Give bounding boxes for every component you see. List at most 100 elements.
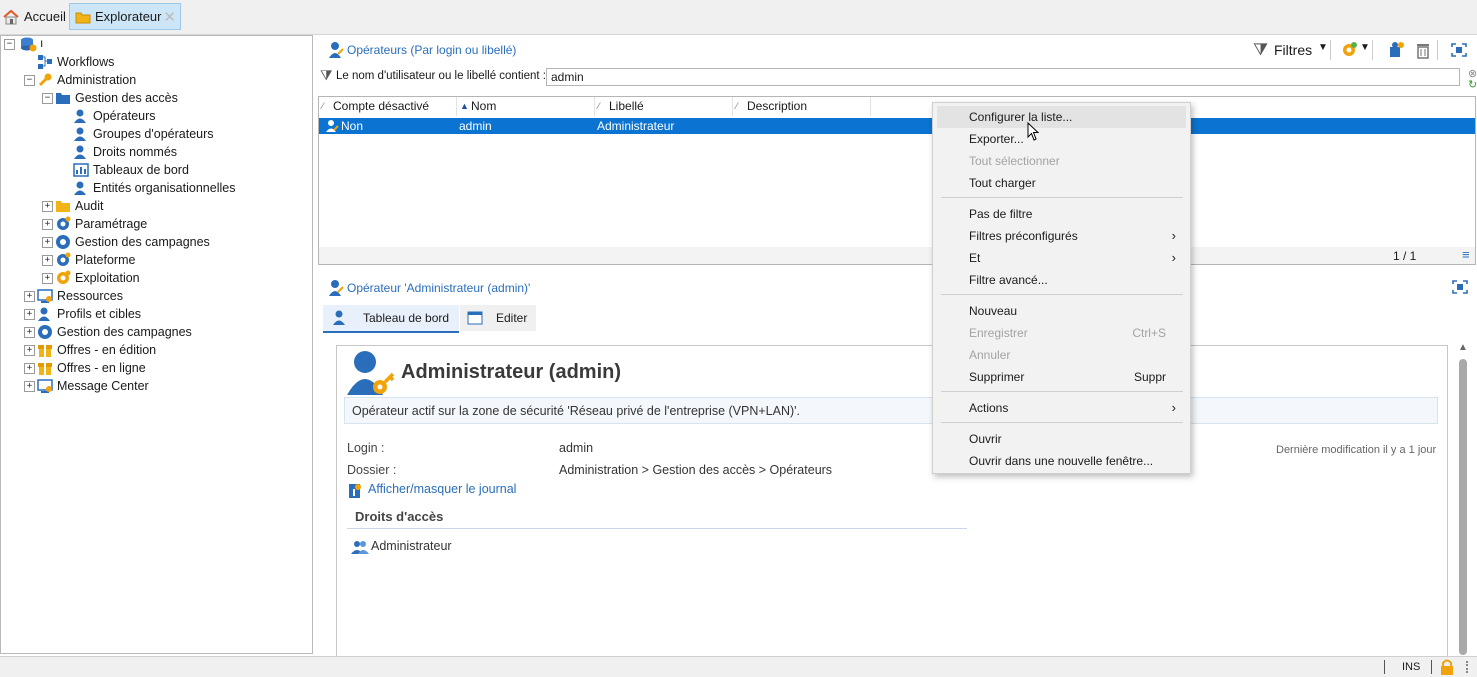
menu-open[interactable]: Ouvrir xyxy=(933,428,1190,450)
filters-button[interactable]: Filtres xyxy=(1274,42,1312,58)
right-item: Administrateur xyxy=(371,539,452,553)
expand-icon[interactable]: + xyxy=(42,237,53,248)
tree-item[interactable]: Gestion des campagnes xyxy=(55,233,210,251)
menu-new[interactable]: Nouveau xyxy=(933,300,1190,322)
tree-item-label: Opérateurs xyxy=(93,109,156,123)
tree-item-label: Gestion des campagnes xyxy=(75,235,210,249)
detail-heading: Administrateur (admin) xyxy=(401,361,622,383)
gear-star-icon[interactable] xyxy=(1340,41,1358,59)
tab-edit-label: Editer xyxy=(496,311,528,325)
resize-grip-icon[interactable] xyxy=(1466,661,1476,673)
tree-item[interactable]: Profils et cibles xyxy=(37,305,141,323)
tree-item[interactable]: Audit xyxy=(55,197,104,215)
tree-item[interactable]: Message Center xyxy=(37,377,149,395)
menu-open-new-window[interactable]: Ouvrir dans une nouvelle fenêtre... xyxy=(933,450,1190,472)
status-divider xyxy=(1431,660,1432,674)
menu-no-filter[interactable]: Pas de filtre xyxy=(933,203,1190,225)
table-row[interactable]: Non admin Administrateur xyxy=(319,118,1475,134)
scroll-up-icon[interactable]: ▲ xyxy=(1458,342,1468,353)
tab-home[interactable]: Accueil xyxy=(2,3,66,30)
menu-cancel[interactable]: Annuler xyxy=(933,344,1190,366)
tree-item-label: Administration xyxy=(57,73,137,87)
offer-icon xyxy=(38,363,52,375)
column-header-description[interactable]: ⁄ Description xyxy=(733,97,871,116)
tab-explorer[interactable]: Explorateur ✕ xyxy=(69,3,181,30)
notice-box: Opérateur actif sur la zone de sécurité … xyxy=(344,397,1438,424)
menu-load-all[interactable]: Tout charger xyxy=(933,172,1190,194)
gear-dropdown-icon[interactable]: ▼ xyxy=(1360,42,1370,53)
collapse-icon[interactable]: − xyxy=(24,75,35,86)
menu-save[interactable]: Enregistrer Ctrl+S xyxy=(933,322,1190,344)
journal-toggle-link[interactable]: Afficher/masquer le journal xyxy=(368,482,516,496)
filters-dropdown-icon[interactable]: ▼ xyxy=(1318,42,1328,53)
message-center-icon xyxy=(37,379,53,393)
detail-scrollbar[interactable]: ▲ xyxy=(1456,342,1470,655)
menu-and[interactable]: Et › xyxy=(933,247,1190,269)
filter-row: ⧩ Le nom d'utilisateur ou le libellé con… xyxy=(318,66,1477,91)
campaign-icon xyxy=(56,235,70,249)
expand-icon[interactable]: + xyxy=(24,381,35,392)
expand-icon[interactable]: + xyxy=(42,201,53,212)
menu-advanced-filter[interactable]: Filtre avancé... xyxy=(933,269,1190,291)
tab-edit[interactable]: Editer xyxy=(460,305,536,331)
maximize-icon[interactable] xyxy=(1450,42,1468,58)
org-entity-icon xyxy=(74,181,86,195)
tree-item[interactable]: Plateforme xyxy=(55,251,135,269)
collapse-icon[interactable]: − xyxy=(42,93,53,104)
named-rights-icon xyxy=(74,145,86,159)
profiles-icon xyxy=(38,307,50,321)
tree-item[interactable]: Droits nommés xyxy=(73,143,177,161)
menu-configure-list[interactable]: Configurer la liste... xyxy=(937,106,1186,128)
tree-item[interactable]: Groupes d'opérateurs xyxy=(73,125,214,143)
column-header-name[interactable]: ▲ Nom xyxy=(457,97,595,116)
operator-group-icon xyxy=(74,127,86,141)
tree-root-label: ı xyxy=(40,36,44,50)
refresh-icon[interactable]: ↻ xyxy=(1468,78,1477,91)
trash-icon[interactable] xyxy=(1415,41,1431,59)
filter-input[interactable]: admin xyxy=(546,68,1460,86)
menu-actions[interactable]: Actions › xyxy=(933,397,1190,419)
funnel-icon[interactable]: ⧩ xyxy=(1253,40,1268,60)
tree-item-label: Paramétrage xyxy=(75,217,148,231)
operator-group-icon xyxy=(351,541,369,554)
tree-item[interactable]: Gestion des accès xyxy=(55,89,178,107)
gears-orange-icon xyxy=(57,270,71,284)
expand-icon[interactable]: + xyxy=(42,255,53,266)
expand-icon[interactable]: + xyxy=(24,291,35,302)
resources-icon xyxy=(37,289,53,303)
operator-icon xyxy=(329,42,344,58)
expand-icon[interactable]: + xyxy=(24,363,35,374)
column-header-disabled[interactable]: ⁄ Compte désactivé xyxy=(319,97,457,116)
tree-item[interactable]: Exploitation xyxy=(55,269,140,287)
tree-item[interactable]: Opérateurs xyxy=(73,107,156,125)
tree-item[interactable]: Entités organisationnelles xyxy=(73,179,235,197)
expand-icon[interactable]: + xyxy=(24,309,35,320)
list-menu-icon[interactable]: ≡ xyxy=(1462,247,1470,262)
tree-item[interactable]: Tableaux de bord xyxy=(73,161,189,179)
column-header-label[interactable]: ⁄ Libellé xyxy=(595,97,733,116)
operator-icon xyxy=(329,280,344,296)
scrollbar-thumb[interactable] xyxy=(1459,359,1467,655)
expand-icon[interactable]: + xyxy=(42,219,53,230)
menu-export[interactable]: Exporter... xyxy=(933,128,1190,150)
menu-select-all[interactable]: Tout sélectionner xyxy=(933,150,1190,172)
maximize-icon[interactable] xyxy=(1451,279,1469,295)
tree-item[interactable]: Administration xyxy=(37,71,136,89)
tree-item[interactable]: Paramétrage xyxy=(55,215,147,233)
tree-item[interactable]: Gestion des campagnes xyxy=(37,323,192,341)
expand-icon[interactable]: + xyxy=(24,327,35,338)
expand-icon[interactable]: + xyxy=(24,345,35,356)
tree-item[interactable]: Offres - en édition xyxy=(37,341,156,359)
wrench-icon xyxy=(38,73,52,87)
expand-icon[interactable]: + xyxy=(42,273,53,284)
tree-item[interactable]: Ressources xyxy=(37,287,123,305)
tab-dashboard[interactable]: Tableau de bord xyxy=(323,305,459,333)
tree-item[interactable]: Workflows xyxy=(37,53,114,71)
menu-preset-filters[interactable]: Filtres préconfigurés › xyxy=(933,225,1190,247)
menu-delete[interactable]: Supprimer Suppr xyxy=(933,366,1190,388)
collapse-icon[interactable]: − xyxy=(4,39,15,50)
tree-item-label: Tableaux de bord xyxy=(93,163,189,177)
tree-item[interactable]: Offres - en ligne xyxy=(37,359,146,377)
new-operator-icon[interactable] xyxy=(1387,41,1405,59)
close-icon[interactable]: ✕ xyxy=(163,8,176,26)
